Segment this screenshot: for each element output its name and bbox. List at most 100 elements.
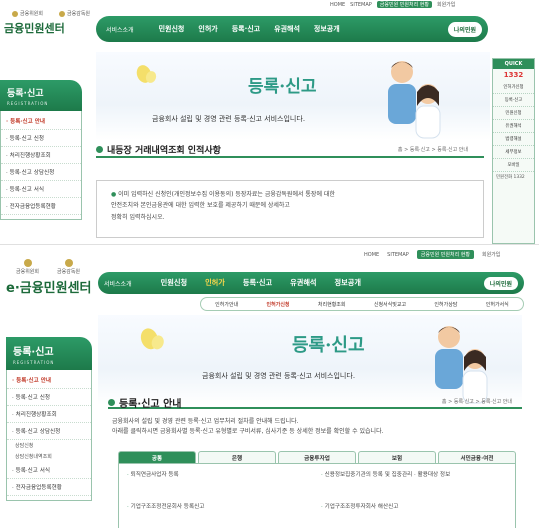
registration-list: 퇴직연금사업자 등록 신용정보집중기관의 등록 및 집중관리 · 활용대상 정보… [118, 463, 516, 528]
sidebar-title: 등록·신고 [7, 89, 44, 99]
sitemap-link[interactable]: SITEMAP [350, 2, 372, 8]
banner-subtitle: 금융회사 설립 및 경영 관련 등록·신고 서비스입니다. [152, 115, 306, 123]
category-tabs: 공통 은행 금융투자업 보험 서민금융·여전 [118, 451, 516, 463]
sidebar-item-status[interactable]: 처리진행상황조회 [7, 406, 91, 423]
tab-microfinance[interactable]: 서민금융·여전 [438, 451, 516, 463]
emblem-fsc: 금융위원회 [12, 10, 43, 17]
sidebar-item-guide[interactable]: 등록·신고 안내 [7, 372, 91, 389]
sidebar-item-efinance[interactable]: 전자금융업등록현황 [1, 198, 81, 215]
sidebar-item-efinance[interactable]: 전자금융업등록현황 [7, 479, 91, 496]
main-nav: 서비스소개 민원신청 인허가 등록·신고 유권해석 정보공개 나의민원 [98, 272, 524, 294]
quick-item-interpretation[interactable]: 유권해석 [493, 120, 534, 133]
sidebar-item-consult[interactable]: 등록·신고 상담신청 [7, 423, 91, 440]
tab-investment[interactable]: 금융투자업 [278, 451, 356, 463]
subnav-item-consult[interactable]: 인허가상담 [434, 301, 457, 308]
nav-service-intro[interactable]: 서비스소개 [104, 279, 132, 288]
quick-item-license[interactable]: 인허가신청 [493, 81, 534, 94]
my-complaints-button[interactable]: 나의민원 [447, 21, 482, 37]
notice-line-1: 이미 입력하신 신청인(개인정보수집 이용동의) 등장자료는 금융감독원에서 통… [118, 191, 335, 198]
notice-line-3: 정확히 입력하십시오. [111, 213, 165, 221]
tab-bank[interactable]: 은행 [198, 451, 276, 463]
logo-name: 금융민원센터 [4, 22, 65, 35]
nav-item-license[interactable]: 인허가 [198, 24, 217, 34]
join-link[interactable]: 회원가입 [482, 251, 500, 258]
quick-tel: 민원전화 1332 [496, 175, 525, 180]
intro-line-1: 금융회사의 설립 및 경영 관련 등록·신고 업무처리 절차를 안내해 드립니다… [112, 418, 299, 425]
complaint-status-link[interactable]: 금융민원 민원처리 현황 [376, 1, 432, 8]
sidebar-item-status[interactable]: 처리진행상황조회 [1, 147, 81, 164]
tab-insurance[interactable]: 보험 [358, 451, 436, 463]
sidebar-item-forms[interactable]: 등록·신고 서식 [1, 181, 81, 198]
join-link[interactable]: 회원가입 [437, 1, 455, 8]
banner-subtitle: 금융회사 설립 및 경영 관련 등록·신고 서비스입니다. [202, 372, 356, 380]
list-item[interactable]: 기업구조조정투자회사 해산신고 [321, 502, 507, 522]
title-bullet-icon [96, 146, 103, 153]
emblem-fss: 금융감독원 [59, 10, 90, 17]
sidebar-item-consult[interactable]: 등록·신고 상담신청 [1, 164, 81, 181]
nav-item-disclosure[interactable]: 정보공개 [335, 278, 361, 288]
logo-emblems: 금융위원회 금융감독원 [6, 259, 98, 275]
quick-item-mobile[interactable]: 모바일 [493, 159, 534, 172]
children-illustration [388, 61, 441, 139]
subnav-item-templates[interactable]: 인허가서식 [486, 301, 509, 308]
list-item[interactable]: 기업구조조정전문회사 등록신고 [127, 502, 313, 522]
list-item[interactable]: 신용정보집중기관의 등록 및 집중관리 · 활용대상 정보 [321, 470, 507, 490]
my-complaints-button[interactable]: 나의민원 [483, 276, 518, 290]
nav-item-interpretation[interactable]: 유권해석 [274, 24, 300, 34]
sidebar-item-forms[interactable]: 등록·신고 서식 [7, 462, 91, 479]
nav-item-disclosure[interactable]: 정보공개 [314, 24, 340, 34]
sub-nav: 인허가안내 인허가신청 처리현황조회 신청서식및교고 인허가상담 인허가서식 [200, 297, 524, 311]
sidebar-item-guide[interactable]: 등록·신고 안내 [1, 113, 81, 130]
nav-item-complaint[interactable]: 민원신청 [159, 24, 185, 34]
top-utility-links: HOME SITEMAP 금융민원 민원처리 현황 회원가입 [330, 0, 455, 9]
logo-name: e·금융민원센터 [6, 281, 92, 296]
butterfly-icon [136, 65, 157, 83]
complaint-status-link[interactable]: 금융민원 민원처리 현황 [416, 250, 474, 259]
breadcrumb: 홈 > 등록·신고 > 등록·신고 안내 [441, 399, 512, 405]
sidebar: 등록·신고 REGISTRATION 등록·신고 안내 등록·신고 신청 처리진… [0, 80, 82, 220]
sidebar-item-apply[interactable]: 등록·신고 신청 [1, 130, 81, 147]
sidebar-subitem-consult-history[interactable]: 상담신청내역조회 [7, 451, 91, 462]
quick-phone-number: 1332 [503, 71, 524, 79]
nav-item-registration[interactable]: 등록·신고 [232, 24, 260, 34]
tab-common[interactable]: 공통 [118, 451, 196, 463]
sidebar-header: 등록·신고 REGISTRATION [6, 337, 92, 370]
title-bullet-icon [108, 399, 115, 406]
quick-item-complaint[interactable]: 민원신청 [493, 107, 534, 120]
notice-line-2: 안전조치와 본인금융관에 대한 입력한 보호를 제공하기 때문에 상세하고 [111, 202, 290, 210]
top-utility-links: HOME SITEMAP 금융민원 민원처리 현황 회원가입 [364, 250, 500, 259]
intro-text: 금융회사의 설립 및 경영 관련 등록·신고 업무처리 절차를 안내해 드립니다… [112, 417, 522, 436]
nav-item-license[interactable]: 인허가 [205, 278, 225, 288]
quick-item-registration[interactable]: 등록·신고 [493, 94, 534, 107]
sidebar-header: 등록·신고 REGISTRATION [0, 80, 82, 111]
subnav-item-apply[interactable]: 인허가신청 [267, 301, 290, 308]
logo-emblems: 금융위원회 금융감독원 [4, 10, 96, 17]
quick-item-details[interactable]: 세부정보 [493, 146, 534, 159]
subnav-item-forms[interactable]: 신청서식및교고 [374, 301, 406, 308]
sidebar-subitem-consult-apply[interactable]: 상담신청 [7, 440, 91, 451]
screen-top: HOME SITEMAP 금융민원 민원처리 현황 회원가입 금융위원회 금융감… [0, 0, 539, 244]
nav-item-interpretation[interactable]: 유권해석 [290, 278, 316, 288]
subnav-item-guide[interactable]: 인허가안내 [215, 301, 238, 308]
site-logo[interactable]: 금융위원회 금융감독원 금융민원센터 [4, 10, 96, 36]
quick-item-law[interactable]: 법령해설 [493, 133, 534, 146]
subnav-item-status[interactable]: 처리현황조회 [318, 301, 346, 308]
sidebar-title: 등록·신고 [13, 347, 54, 358]
home-link[interactable]: HOME [364, 252, 379, 258]
screen-bottom: HOME SITEMAP 금융민원 민원처리 현황 회원가입 금융위원회 금융감… [0, 244, 539, 528]
quick-title: QUICK [493, 59, 534, 69]
breadcrumb: 홈 > 등록·신고 > 등록·신고 안내 [397, 147, 468, 153]
nav-item-complaint[interactable]: 민원신청 [161, 278, 187, 288]
sitemap-link[interactable]: SITEMAP [387, 252, 409, 258]
page-banner: 등록·신고 금융회사 설립 및 경영 관련 등록·신고 서비스입니다. [98, 315, 522, 405]
nav-service-intro[interactable]: 서비스소개 [102, 22, 138, 37]
page-title: 내등장 거래내역조회 인적사항 [107, 146, 221, 156]
butterfly-icon [140, 328, 164, 350]
sidebar-item-apply[interactable]: 등록·신고 신청 [7, 389, 91, 406]
site-logo[interactable]: 금융위원회 금융감독원 e·금융민원센터 [6, 259, 98, 296]
page-banner: 등록·신고 금융회사 설립 및 경영 관련 등록·신고 서비스입니다. [96, 52, 490, 140]
list-item[interactable]: 퇴직연금사업자 등록 [127, 470, 313, 490]
home-link[interactable]: HOME [330, 2, 345, 8]
sidebar-menu: 등록·신고 안내 등록·신고 신청 처리진행상황조회 등록·신고 상담신청 등록… [0, 111, 82, 220]
nav-item-registration[interactable]: 등록·신고 [243, 278, 272, 288]
